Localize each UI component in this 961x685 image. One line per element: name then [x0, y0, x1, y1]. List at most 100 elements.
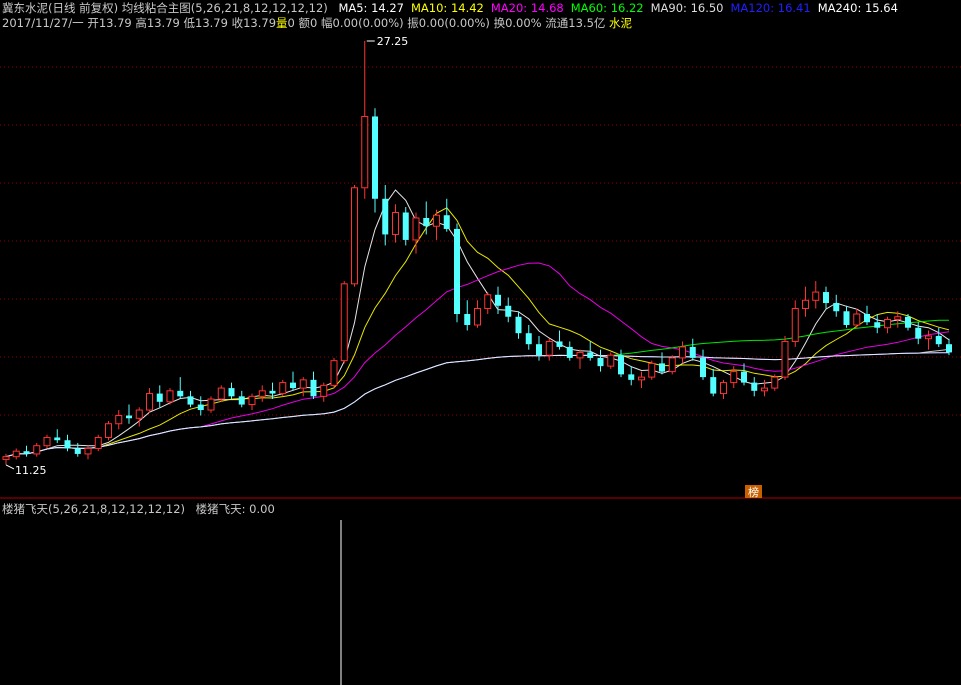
candle-body-down: [628, 374, 635, 380]
candle-body-up: [791, 308, 799, 342]
candle-body-down: [935, 335, 942, 345]
candle-body-down: [905, 316, 911, 328]
candle-body-up: [258, 390, 266, 397]
candle-body-down: [402, 212, 409, 240]
candle-body-up: [248, 395, 256, 406]
candle-body-up: [884, 318, 891, 329]
candle-body-down: [587, 352, 594, 358]
candle-body-down: [54, 437, 61, 441]
candle-body-down: [556, 341, 563, 347]
quote-volume: 0: [287, 16, 295, 30]
candle-body-up: [802, 299, 809, 310]
candle-body-down: [566, 346, 573, 358]
candle-body-down: [741, 371, 747, 383]
candle-body-up: [638, 376, 645, 381]
candle-body-down: [238, 396, 245, 405]
candle-body-up: [853, 313, 861, 326]
candle-body-up: [166, 390, 174, 403]
candle-body-down: [874, 322, 881, 328]
candle-body-up: [925, 335, 932, 340]
candle-body-down: [710, 377, 717, 394]
quote-volume-label: 量: [276, 16, 288, 30]
candle-body-down: [525, 333, 532, 345]
candle-body-down: [700, 357, 706, 378]
candle-body-up: [2, 456, 10, 460]
candle-body-up: [894, 316, 902, 320]
candle-body-down: [515, 316, 522, 334]
marker-text: 榜: [748, 485, 759, 499]
candle-body-up: [207, 398, 215, 411]
candle-body-down: [823, 292, 829, 304]
candle-body-down: [833, 303, 840, 312]
quote-sector: 水泥: [609, 16, 633, 30]
indicator-value: 楼猪飞天: 0.00: [195, 502, 275, 516]
candle-body-up: [812, 291, 820, 301]
candle-body-down: [946, 344, 952, 353]
ma-legend-item: MA120: 16.41: [730, 1, 811, 15]
indicator-title: 楼猪飞天(5,26,21,8,12,12,12,12): [2, 502, 185, 516]
candle-body-down: [177, 390, 184, 397]
candle-body-down: [454, 228, 460, 315]
candle-body-up: [84, 447, 92, 455]
candlesticks: [2, 41, 952, 465]
candle-body-down: [372, 116, 378, 199]
candle-body-down: [423, 217, 430, 227]
candle-body-down: [197, 404, 204, 411]
quote-close: 收13.79: [231, 16, 277, 30]
candle-body-up: [320, 384, 328, 397]
candle-body-up: [94, 436, 102, 449]
quote-open: 开13.79: [87, 16, 132, 30]
candle-body-up: [648, 362, 656, 378]
quote-float: 流通13.5亿: [545, 16, 606, 30]
ma-legend-item: MA5: 14.27: [338, 1, 404, 15]
candle-body-down: [64, 440, 71, 449]
quote-turnover: 换0.00%: [493, 16, 542, 30]
candle-body-up: [392, 211, 399, 235]
candle-body-down: [228, 388, 235, 397]
candle-body-up: [146, 393, 153, 411]
candle-body-down: [290, 382, 296, 389]
candle-body-down: [382, 198, 389, 235]
candle-body-up: [330, 360, 338, 386]
price-gridlines: [0, 66, 961, 416]
quote-low: 低13.79: [183, 16, 228, 30]
header-row: 冀东水泥(日线 前复权) 均线粘合主图(5,26,21,8,12,12,12,1…: [2, 1, 905, 16]
candle-body-up: [781, 340, 789, 378]
ma-line-10: [5, 207, 950, 458]
high-price-label: 27.25: [377, 35, 409, 48]
ma-legend-item: MA240: 15.64: [817, 1, 898, 15]
candle-body-down: [597, 357, 604, 367]
candle-body-down: [74, 448, 81, 454]
candle-body-down: [915, 327, 922, 339]
candle-body-up: [484, 294, 492, 310]
candle-body-down: [126, 415, 132, 419]
candle-body-down: [751, 382, 758, 391]
indicator-row: 楼猪飞天(5,26,21,8,12,12,12,12) 楼猪飞天: 0.00: [2, 502, 275, 517]
candle-body-up: [771, 376, 779, 389]
quote-amplitude: 幅0.00(0.00%): [321, 16, 404, 30]
quote-swing: 振0.00(0.00%): [407, 16, 490, 30]
candle-body-up: [607, 354, 615, 367]
candle-body-up: [474, 308, 481, 326]
ma-legend: MA5: 14.27 MA10: 14.42 MA20: 14.68 MA60: 16…: [338, 1, 904, 15]
price-annotations: 27.25 11.25 榜: [5, 35, 762, 685]
candle-body-up: [433, 214, 440, 227]
quote-row: 2017/11/27/一 开13.79 高13.79 低13.79 收13.79…: [2, 16, 632, 31]
candle-body-up: [340, 283, 348, 362]
candle-body-up: [730, 371, 738, 384]
quote-high: 高13.79: [135, 16, 180, 30]
candle-body-up: [12, 450, 20, 458]
candle-body-up: [351, 187, 358, 285]
ma-legend-item: MA20: 14.68: [490, 1, 564, 15]
candle-body-down: [536, 344, 542, 356]
candle-body-down: [659, 363, 665, 372]
candle-body-down: [689, 346, 696, 358]
candle-body-up: [43, 436, 51, 447]
candle-body-up: [679, 346, 686, 359]
candle-body-up: [761, 387, 768, 392]
low-price-label: 11.25: [15, 464, 47, 477]
candle-body-down: [269, 390, 276, 394]
candle-body-up: [545, 340, 553, 356]
candle-body-down: [23, 451, 30, 454]
candle-body-up: [576, 351, 584, 359]
